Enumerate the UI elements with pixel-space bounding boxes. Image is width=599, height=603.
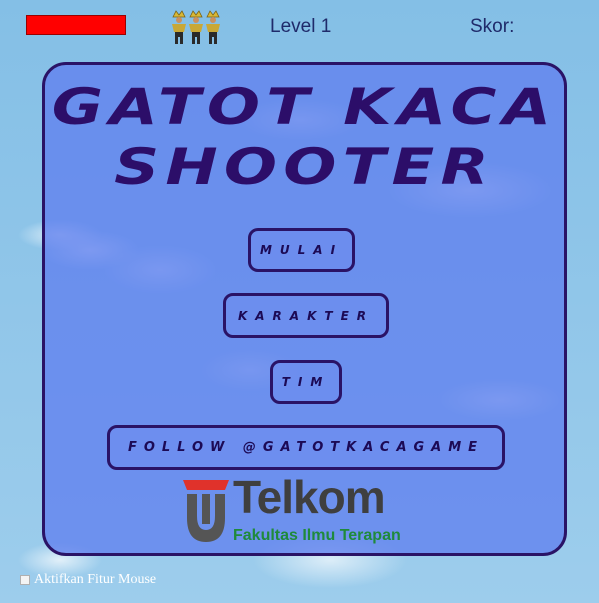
faculty-subtitle: Fakultas Ilmu Terapan: [233, 527, 401, 544]
start-button[interactable]: MULAI: [248, 228, 355, 272]
score-label: Skor:: [470, 16, 515, 37]
follow-button[interactable]: FOLLOW @GATOTKACAGAME: [107, 425, 505, 470]
gatotkaca-icon: [206, 10, 220, 44]
game-title-line1: GATOT KACA: [51, 78, 558, 136]
telkom-wordmark: Telkom: [233, 471, 386, 523]
hud: Level 1 Skor:: [0, 0, 599, 50]
mouse-option-label: Aktifkan Fitur Mouse: [34, 572, 157, 587]
gatotkaca-icon: [172, 10, 186, 44]
mouse-option[interactable]: Aktifkan Fitur Mouse: [20, 572, 156, 588]
mouse-option-checkbox[interactable]: [20, 575, 30, 585]
main-menu-panel: GATOT KACA SHOOTER MULAI KARAKTER TIM FO…: [42, 62, 567, 556]
level-indicator: Level 1: [270, 16, 332, 37]
gatotkaca-icon: [189, 10, 203, 44]
team-button[interactable]: TIM: [270, 360, 342, 404]
lives-indicator: [171, 9, 221, 45]
telkom-logo: Telkom Fakultas Ilmu Terapan: [181, 471, 441, 548]
game-title-line2: SHOOTER: [114, 138, 495, 196]
telkom-mark-icon: [183, 480, 229, 542]
health-bar: [26, 15, 126, 35]
character-button[interactable]: KARAKTER: [223, 293, 389, 338]
